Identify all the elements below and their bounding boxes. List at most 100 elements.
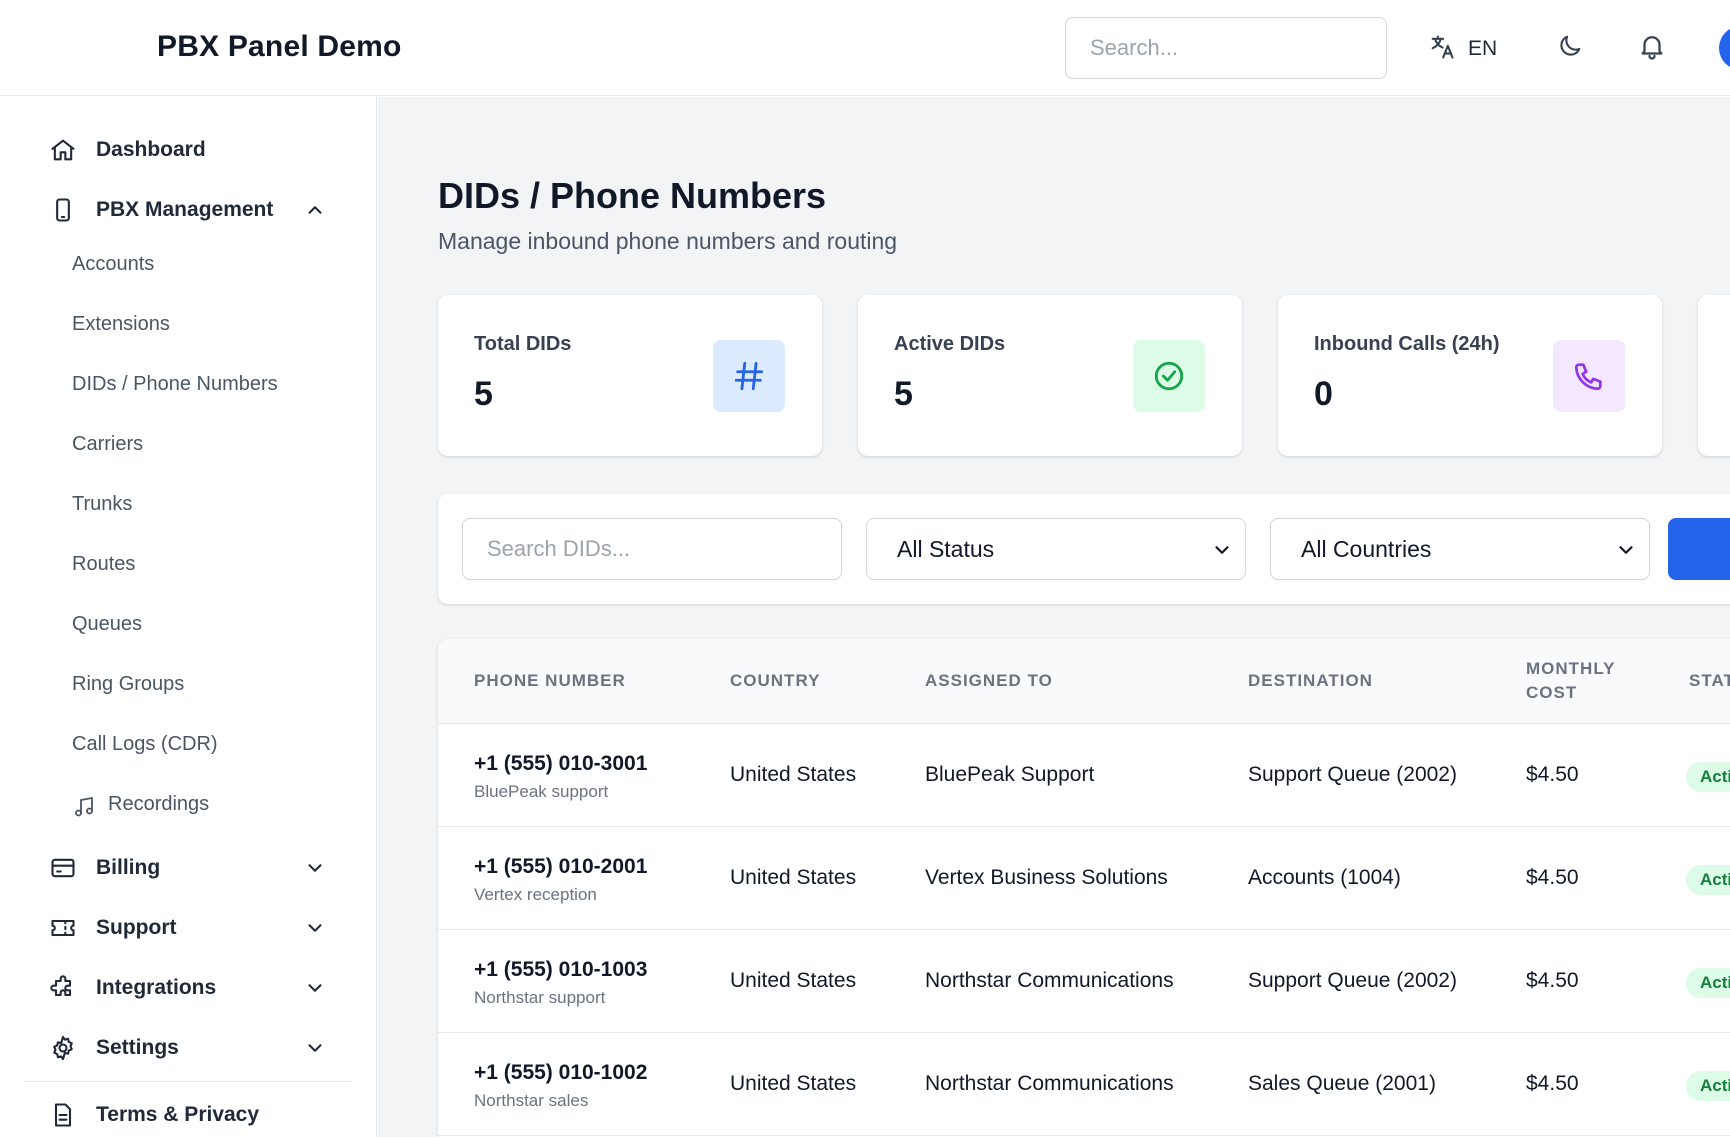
table-row[interactable]: +1 (555) 010-1003 Northstar support Unit… [438,930,1730,1033]
sidebar-item-terms[interactable]: Terms & Privacy [24,1091,354,1139]
did-search-input[interactable] [462,518,842,580]
sidebar-item-dashboard[interactable]: Dashboard [24,126,354,174]
home-icon [48,135,78,165]
country-cell: United States [730,763,857,786]
document-icon [48,1100,78,1130]
sidebar-item-label: Dashboard [96,138,206,161]
stat-label: Active DIDs [894,333,1006,355]
destination-cell: Accounts (1004) [1248,866,1401,889]
phone-number: +1 (555) 010-1002 [474,1061,648,1084]
stat-card-active-dids: Active DIDs 5 [858,295,1242,456]
column-header-monthly-cost[interactable]: MONTHLY COST [1526,657,1636,705]
top-header: PBX Panel Demo EN [0,0,1730,96]
sidebar-subitem-extensions[interactable]: Extensions [24,303,354,349]
country-cell: United States [730,866,857,889]
user-avatar[interactable] [1719,26,1730,70]
stat-value: 5 [474,375,493,413]
sidebar-item-integrations[interactable]: Integrations [24,964,354,1012]
destination-cell: Sales Queue (2001) [1248,1072,1436,1095]
language-selector[interactable]: EN [1428,32,1497,66]
monthly-cost-cell: $4.50 [1526,1072,1579,1095]
column-header-country[interactable]: COUNTRY [730,669,820,693]
stat-label: Inbound Calls (24h) [1314,333,1500,355]
sidebar-subitem-dids[interactable]: DIDs / Phone Numbers [24,363,354,409]
sidebar-item-billing[interactable]: Billing [24,844,354,892]
chevron-down-icon [302,915,328,941]
sidebar-item-label: Settings [96,1036,179,1059]
sidebar-item-support[interactable]: Support [24,904,354,952]
sidebar-subitem-accounts[interactable]: Accounts [24,243,354,289]
sidebar-subitem-call-logs[interactable]: Call Logs (CDR) [24,723,354,769]
monthly-cost-cell: $4.50 [1526,866,1579,889]
sidebar-item-settings[interactable]: Settings [24,1024,354,1072]
column-header-assigned-to[interactable]: ASSIGNED TO [925,669,1053,693]
sidebar-subitem-label: Extensions [72,313,170,335]
chevron-up-icon [302,197,328,223]
column-header-status[interactable]: STAT [1689,669,1730,693]
brand-title[interactable]: PBX Panel Demo [157,30,402,64]
assigned-to-cell: Northstar Communications [925,969,1174,992]
phone-device-icon [48,195,78,225]
sidebar-subitem-trunks[interactable]: Trunks [24,483,354,529]
music-note-icon [72,795,96,819]
phone-number-note: Vertex reception [474,885,597,904]
table-row[interactable]: +1 (555) 010-3001 BluePeak support Unite… [438,724,1730,827]
phone-number: +1 (555) 010-1003 [474,958,648,981]
chevron-down-icon [1615,539,1637,561]
chevron-down-icon [302,975,328,1001]
language-code: EN [1468,37,1498,60]
notifications-button[interactable] [1634,30,1670,66]
sidebar-subitem-label: Accounts [72,253,155,275]
sidebar-item-label: Billing [96,856,161,879]
status-filter-select[interactable]: All Status [866,518,1246,580]
country-cell: United States [730,969,857,992]
sidebar-divider [24,1081,352,1082]
phone-number: +1 (555) 010-2001 [474,855,648,878]
stat-card-partial [1698,295,1730,456]
monthly-cost-cell: $4.50 [1526,969,1579,992]
column-header-destination[interactable]: DESTINATION [1248,669,1373,693]
puzzle-icon [48,973,78,1003]
sidebar-subitem-label: Routes [72,553,136,575]
status-filter-value: All Status [897,535,995,562]
table-header: PHONE NUMBER COUNTRY ASSIGNED TO DESTINA… [438,639,1730,724]
sidebar-subitem-label: Trunks [72,493,133,515]
dids-table: PHONE NUMBER COUNTRY ASSIGNED TO DESTINA… [438,639,1730,1137]
status-badge: Acti [1686,968,1730,998]
phone-number-note: Northstar support [474,988,606,1007]
dark-mode-toggle[interactable] [1552,30,1588,66]
sidebar-subitem-recordings[interactable]: Recordings [24,783,354,829]
status-badge: Acti [1686,865,1730,895]
sidebar: Dashboard PBX Management Accounts Extens… [0,97,377,1137]
sidebar-item-label: PBX Management [96,198,274,221]
chevron-down-icon [1211,539,1233,561]
country-filter-select[interactable]: All Countries [1270,518,1650,580]
hash-icon [713,340,785,412]
phone-number-note: BluePeak support [474,782,609,801]
global-search-input[interactable] [1065,17,1387,79]
moon-icon [1556,32,1584,65]
assigned-to-cell: Northstar Communications [925,1072,1174,1095]
primary-action-button[interactable] [1668,518,1730,580]
page-subtitle: Manage inbound phone numbers and routing [438,228,898,254]
sidebar-subitem-queues[interactable]: Queues [24,603,354,649]
table-row[interactable]: +1 (555) 010-2001 Vertex reception Unite… [438,827,1730,930]
sidebar-subitem-routes[interactable]: Routes [24,543,354,589]
stat-card-inbound-calls: Inbound Calls (24h) 0 [1278,295,1662,456]
sidebar-subitem-ring-groups[interactable]: Ring Groups [24,663,354,709]
sidebar-subitem-carriers[interactable]: Carriers [24,423,354,469]
sidebar-subitem-label: Ring Groups [72,673,185,695]
monthly-cost-cell: $4.50 [1526,763,1579,786]
ticket-icon [48,913,78,943]
column-header-phone-number[interactable]: PHONE NUMBER [474,669,626,693]
phone-number: +1 (555) 010-3001 [474,752,648,775]
filter-bar: All Status All Countries [438,494,1730,604]
assigned-to-cell: Vertex Business Solutions [925,866,1168,889]
translate-icon [1428,33,1456,66]
assigned-to-cell: BluePeak Support [925,763,1095,786]
sidebar-item-pbx-management[interactable]: PBX Management [24,186,354,234]
credit-card-icon [48,853,78,883]
sidebar-item-label: Terms & Privacy [96,1103,260,1126]
table-row[interactable]: +1 (555) 010-1002 Northstar sales United… [438,1033,1730,1136]
chevron-down-icon [302,1035,328,1061]
